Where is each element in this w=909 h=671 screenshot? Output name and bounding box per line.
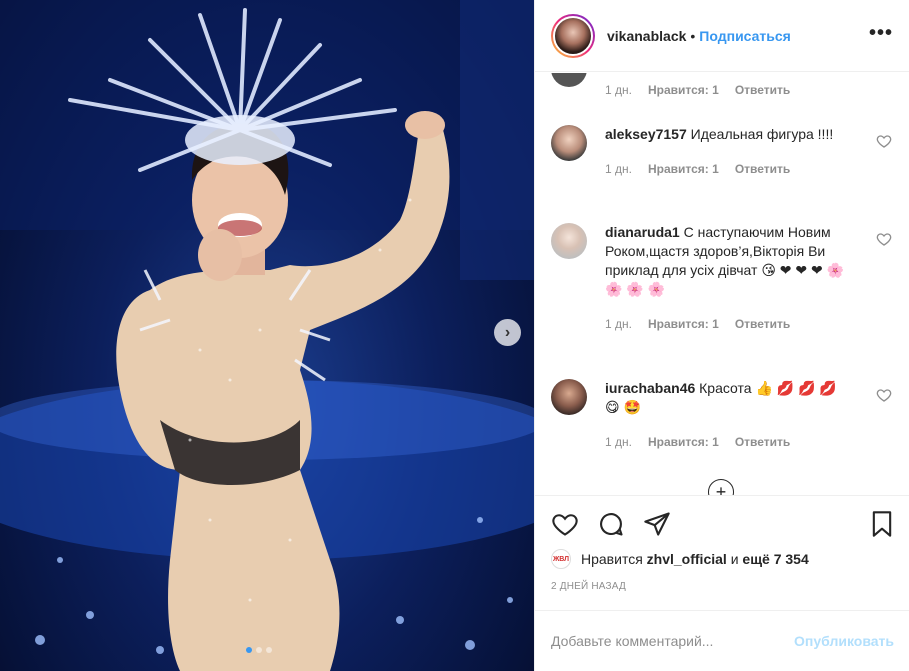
performer-photo-illustration xyxy=(0,0,534,671)
carousel-dots xyxy=(246,647,272,653)
comment-bubble-icon[interactable] xyxy=(597,510,625,538)
commenter-avatar[interactable] xyxy=(551,125,587,161)
comment-item: aleksey7157 Идеальная фигура !!!! 1 дн. … xyxy=(551,125,894,179)
commenter-avatar[interactable] xyxy=(551,379,587,415)
comment-item: iurachaban46 Красота 👍 💋 💋 💋 😋 🤩 1 дн. Н… xyxy=(551,379,894,452)
liker-avatar[interactable]: ЖВЛ xyxy=(551,549,571,569)
commenter-username[interactable]: aleksey7157 xyxy=(605,126,687,142)
bookmark-icon[interactable] xyxy=(868,510,896,538)
publish-button[interactable]: Опубликовать xyxy=(794,633,894,649)
comment-time: 1 дн. xyxy=(605,162,632,176)
commenter-username[interactable]: iurachaban46 xyxy=(605,380,695,396)
comment-meta: 1 дн. Нравится: 1 Ответить xyxy=(605,433,845,452)
author-username[interactable]: vikanablack xyxy=(607,28,686,44)
add-comment-bar: Опубликовать xyxy=(535,610,909,671)
chevron-right-icon: › xyxy=(504,323,511,341)
reply-button[interactable]: Ответить xyxy=(735,160,790,179)
like-heart-icon[interactable] xyxy=(551,510,579,538)
post-timestamp[interactable]: 2 ДНЕЙ НАЗАД xyxy=(551,581,626,592)
share-paper-plane-icon[interactable] xyxy=(643,510,671,538)
comment-time: 1 дн. xyxy=(605,317,632,331)
comment-likes[interactable]: Нравится: 1 xyxy=(648,315,719,334)
comment-meta: 1 дн. Нравится: 1 Ответить xyxy=(605,81,845,100)
comment-meta: 1 дн. Нравится: 1 Ответить xyxy=(605,315,845,334)
comment-body: iurachaban46 Красота 👍 💋 💋 💋 😋 🤩 1 дн. Н… xyxy=(605,379,845,452)
plus-circle-icon: + xyxy=(715,481,727,496)
comment-likes[interactable]: Нравится: 1 xyxy=(648,81,719,100)
comment-meta: 1 дн. Нравится: 1 Ответить xyxy=(605,160,845,179)
commenter-avatar[interactable] xyxy=(551,223,587,259)
comment-item: dianaruda1 С наступаючим Новим Роком,щас… xyxy=(551,223,894,334)
comments-list[interactable]: 1 дн. Нравится: 1 Ответить aleksey7157 И… xyxy=(535,73,909,495)
header-separator: • xyxy=(690,27,696,44)
carousel-dot xyxy=(256,647,262,653)
commenter-username[interactable]: dianaruda1 xyxy=(605,224,680,240)
comment-text: Идеальная фигура !!!! xyxy=(690,126,834,142)
likes-summary: ЖВЛ Нравится zhvl_official и ещё 7 354 xyxy=(551,549,809,569)
heart-outline-icon[interactable] xyxy=(876,387,892,403)
likes-conjunction: и xyxy=(730,551,739,567)
post-container: › vikanablack • Подписаться ••• 1 дн. Нр… xyxy=(0,0,909,671)
likes-count[interactable]: ещё 7 354 xyxy=(742,551,808,567)
comment-time: 1 дн. xyxy=(605,83,632,97)
carousel-dot xyxy=(266,647,272,653)
post-actions-bar xyxy=(535,495,909,551)
post-side-panel: vikanablack • Подписаться ••• 1 дн. Нрав… xyxy=(534,0,909,671)
more-options-icon[interactable]: ••• xyxy=(869,22,893,45)
carousel-dot-active xyxy=(246,647,252,653)
comment-likes[interactable]: Нравится: 1 xyxy=(648,433,719,452)
comment-body: aleksey7157 Идеальная фигура !!!! 1 дн. … xyxy=(605,125,845,179)
reply-button[interactable]: Ответить xyxy=(735,81,790,100)
comment-time: 1 дн. xyxy=(605,435,632,449)
comment-likes[interactable]: Нравится: 1 xyxy=(648,160,719,179)
comment-input[interactable] xyxy=(551,633,795,649)
heart-outline-icon[interactable] xyxy=(876,231,892,247)
next-photo-button[interactable]: › xyxy=(494,319,521,346)
post-photo[interactable]: › xyxy=(0,0,534,671)
comment-body: dianaruda1 С наступаючим Новим Роком,щас… xyxy=(605,223,845,334)
follow-button[interactable]: Подписаться xyxy=(699,28,791,44)
post-header: vikanablack • Подписаться ••• xyxy=(535,0,909,72)
comment-item: 1 дн. Нравится: 1 Ответить xyxy=(551,73,894,100)
commenter-avatar[interactable] xyxy=(551,73,587,87)
load-more-comments-button[interactable]: + xyxy=(708,479,734,495)
comment-text: Красота xyxy=(699,380,752,396)
reply-button[interactable]: Ответить xyxy=(735,315,790,334)
comment-body: 1 дн. Нравится: 1 Ответить xyxy=(605,73,845,100)
liker-username[interactable]: zhvl_official xyxy=(647,551,727,567)
likes-prefix: Нравится xyxy=(581,551,643,567)
heart-outline-icon[interactable] xyxy=(876,133,892,149)
reply-button[interactable]: Ответить xyxy=(735,433,790,452)
author-avatar[interactable] xyxy=(551,13,595,58)
